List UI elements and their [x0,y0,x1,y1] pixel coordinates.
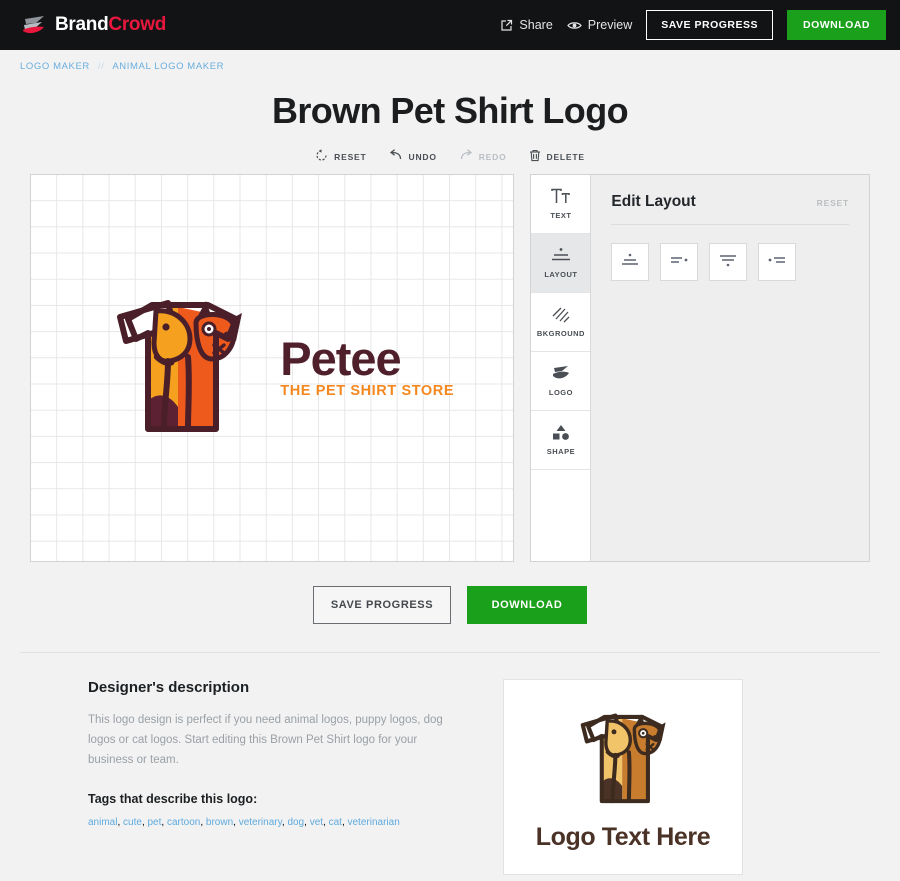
tag-link[interactable]: cartoon [167,817,200,828]
tag-link[interactable]: veterinary [239,817,282,828]
brand-text-part1: Brand [55,14,109,35]
layout-icon-top [620,252,640,273]
delete-button[interactable]: DELETE [529,149,585,164]
tag-link[interactable]: cute [123,817,142,828]
swoosh-logo-icon [22,14,48,36]
logo-text-block[interactable]: Petee THE PET SHIRT STORE [280,335,454,399]
reset-label: RESET [334,151,367,162]
text-tt-icon [551,188,571,205]
tab-text-label: TEXT [550,211,572,220]
breadcrumb-item-animal-logo-maker[interactable]: ANIMAL LOGO MAKER [112,61,224,72]
layout-options [611,243,849,281]
page-title: Brown Pet Shirt Logo [272,90,629,131]
breadcrumb-item-logo-maker[interactable]: LOGO MAKER [20,61,90,72]
tab-bkground[interactable]: BKGROUND [531,293,591,352]
tab-layout[interactable]: LAYOUT [531,234,591,293]
tab-text[interactable]: TEXT [531,175,591,234]
tab-bkground-label: BKGROUND [536,329,585,338]
logo-artwork-stage[interactable]: Petee THE PET SHIRT STORE [31,175,513,561]
logo-canvas[interactable]: Petee THE PET SHIRT STORE [30,174,515,562]
swoosh-logo-icon [551,365,571,382]
breadcrumb: LOGO MAKER // ANIMAL LOGO MAKER [0,50,900,72]
tag-link[interactable]: veterinarian [348,817,400,828]
download-button[interactable]: DOWNLOAD [467,586,587,624]
edit-toolbar: RESET UNDO REDO DELETE [0,149,900,164]
layout-option-icon-left-of-text[interactable] [758,243,797,281]
redo-arrow-icon [459,149,473,164]
layout-icon-bottom [718,252,738,273]
trash-icon [529,149,541,164]
description-heading: Designer's description [88,679,250,696]
pet-shirt-logo-icon[interactable] [90,283,270,453]
brandcrowd-logo[interactable]: BrandCrowd [22,14,166,36]
tab-shape[interactable]: SHAPE [531,411,591,470]
edit-panel: TEXT LAYOUT BKGROUND LOGO SHAPE Edit Lay… [530,174,870,562]
panel-reset-button[interactable]: RESET [817,198,849,208]
pet-shirt-thumbnail-icon [561,702,686,819]
header-save-progress-button[interactable]: SAVE PROGRESS [646,10,773,40]
redo-button[interactable]: REDO [459,149,507,164]
header-download-button[interactable]: DOWNLOAD [787,10,886,40]
logo-tagline-text[interactable]: THE PET SHIRT STORE [280,383,454,399]
logo-primary-text[interactable]: Petee [280,335,454,382]
tab-logo-label: LOGO [548,388,573,397]
brand-text-part2: Crowd [108,14,167,35]
undo-label: UNDO [408,151,437,162]
tag-link[interactable]: vet [310,817,323,828]
tag-link[interactable]: cat [329,817,342,828]
tag-link[interactable]: dog [287,817,304,828]
breadcrumb-separator: // [97,61,105,72]
reset-button[interactable]: RESET [315,149,366,164]
undo-button[interactable]: UNDO [389,149,437,164]
redo-label: REDO [478,151,507,162]
thumbnail-logo-text: Logo Text Here [535,823,711,851]
layout-option-icon-right-of-text[interactable] [660,243,699,281]
panel-body: Edit Layout RESET [591,175,869,561]
tag-link[interactable]: pet [148,817,162,828]
designer-description: Designer's description This logo design … [88,679,443,875]
primary-actions: SAVE PROGRESS DOWNLOAD [0,586,900,624]
logo-thumbnail-card[interactable]: Logo Text Here [503,679,743,875]
tag-link[interactable]: brown [206,817,233,828]
shapes-icon [551,424,571,441]
tab-layout-label: LAYOUT [544,270,578,279]
layout-align-icon [551,247,571,264]
brand-wordmark: BrandCrowd [55,14,166,36]
layout-icon-right [669,252,689,273]
tab-shape-label: SHAPE [546,447,576,456]
share-icon [500,19,513,32]
tag-list: animal, cute, pet, cartoon, brown, veter… [88,815,443,831]
layout-icon-left [767,252,787,273]
tab-logo[interactable]: LOGO [531,352,591,411]
header-actions: Share Preview SAVE PROGRESS DOWNLOAD [500,10,886,40]
background-hatch-icon [551,306,570,323]
tag-link[interactable]: animal [88,817,117,828]
editor-area: Petee THE PET SHIRT STORE TEXT LAYOUT BK… [0,164,900,562]
save-progress-button[interactable]: SAVE PROGRESS [313,586,451,624]
panel-title: Edit Layout [611,193,696,210]
description-body: This logo design is perfect if you need … [88,714,443,766]
preview-button[interactable]: Preview [567,18,632,32]
tags-heading: Tags that describe this logo: [88,792,258,806]
tool-tabstrip: TEXT LAYOUT BKGROUND LOGO SHAPE [531,175,592,561]
panel-header: Edit Layout RESET [611,193,849,225]
lower-section: Designer's description This logo design … [0,653,900,875]
app-header: BrandCrowd Share Preview SAVE PROGRESS D… [0,0,900,50]
delete-label: DELETE [546,151,585,162]
undo-arrow-icon [389,149,403,164]
share-button[interactable]: Share [500,18,553,32]
preview-label: Preview [587,18,633,32]
eye-icon [567,19,582,32]
reset-circular-arrow-icon [315,149,328,164]
layout-option-icon-below-text[interactable] [709,243,748,281]
layout-option-icon-above-text[interactable] [611,243,650,281]
share-label: Share [519,18,553,32]
